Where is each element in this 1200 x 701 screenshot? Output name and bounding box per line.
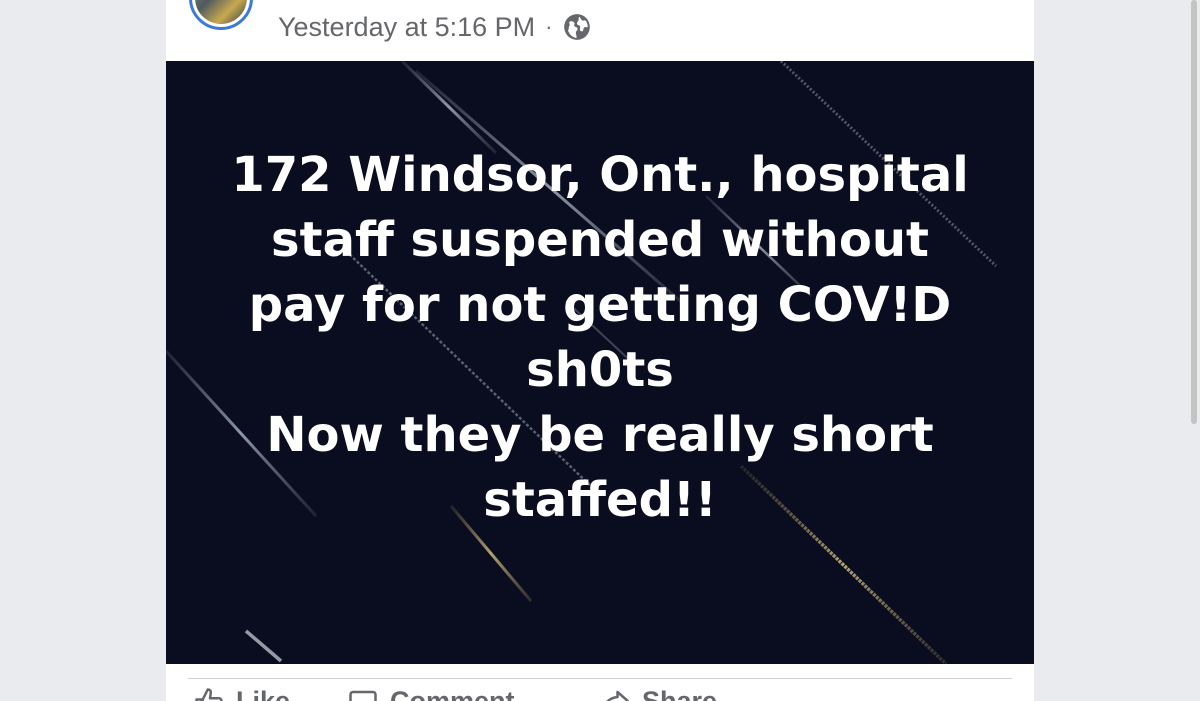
scrollbar-thumb[interactable]: [1191, 0, 1197, 424]
image-text-line: staff suspended without: [271, 212, 929, 268]
post-meta-row: Yesterday at 5:16 PM ·: [278, 10, 591, 44]
author-avatar[interactable]: [189, 0, 253, 30]
facebook-post-card: Yesterday at 5:16 PM · 172 Windsor, Ont.…: [166, 0, 1034, 701]
like-button[interactable]: Like: [194, 686, 348, 701]
image-text-line: sh0ts: [526, 342, 674, 398]
comment-button[interactable]: Comment: [348, 686, 600, 701]
avatar-photo: [195, 0, 247, 24]
image-overlay-text: 172 Windsor, Ont., hospital staff suspen…: [166, 143, 1034, 533]
post-image[interactable]: 172 Windsor, Ont., hospital staff suspen…: [166, 61, 1034, 664]
post-timestamp[interactable]: Yesterday at 5:16 PM: [278, 12, 535, 43]
thumbs-up-icon: [195, 687, 223, 701]
page-scrollbar[interactable]: [1188, 0, 1200, 701]
image-text-line: staffed!!: [483, 472, 717, 528]
image-text-line: Now they be really short: [266, 407, 934, 463]
image-text-line: 172 Windsor, Ont., hospital: [231, 147, 969, 203]
post-action-bar: Like Comment Share: [188, 686, 1012, 701]
like-label: Like: [236, 686, 291, 701]
comment-label: Comment: [390, 686, 515, 701]
image-text-line: pay for not getting COV!D: [248, 277, 952, 333]
meta-separator: ·: [545, 14, 553, 39]
share-icon: [605, 690, 629, 701]
comment-icon: [349, 690, 377, 701]
share-button[interactable]: Share: [600, 686, 800, 701]
globe-icon[interactable]: [563, 13, 591, 41]
action-divider: [188, 678, 1012, 679]
share-label: Share: [642, 686, 718, 701]
